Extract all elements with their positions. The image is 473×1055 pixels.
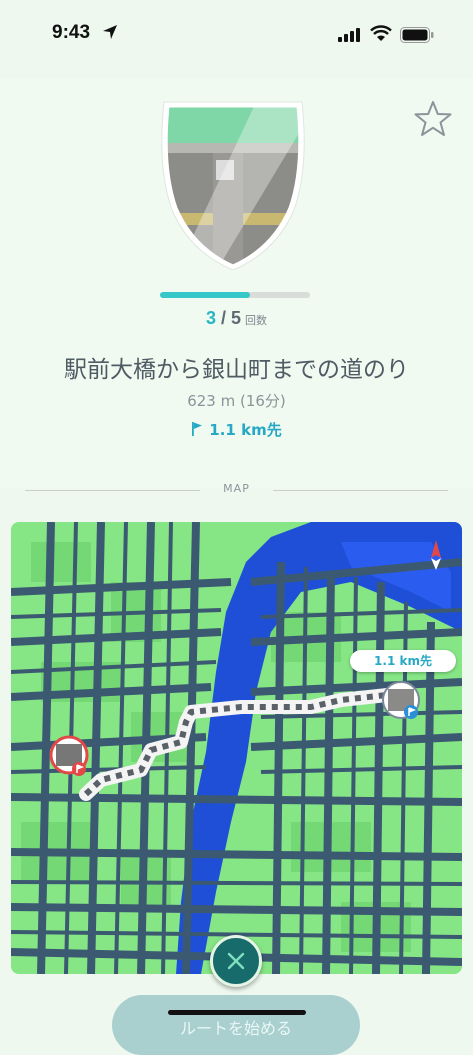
wifi-icon: [370, 25, 392, 41]
battery-icon: [400, 27, 434, 43]
end-pin-icon[interactable]: [382, 681, 420, 719]
map-canvas[interactable]: [11, 522, 462, 974]
route-play-count: 3 / 5 回数: [0, 308, 473, 329]
route-distance: 623 m (16分): [187, 392, 286, 410]
route-progress-bar: [160, 292, 310, 298]
route-remaining: 1.1 km先: [0, 419, 473, 440]
route-map[interactable]: [11, 522, 462, 974]
map-section-label: MAP: [223, 482, 250, 495]
location-arrow-icon: [103, 25, 117, 39]
count-separator: /: [220, 308, 226, 328]
count-unit: 回数: [245, 315, 268, 327]
status-time: 9:43: [52, 22, 91, 43]
route-remaining-text: 1.1 km先: [209, 421, 282, 439]
route-title: 駅前大橋から銀山町までの道のり: [64, 357, 409, 383]
signal-icon: [338, 28, 360, 42]
route-badge-image: [161, 101, 305, 270]
divider-right: [273, 490, 448, 491]
start-route-label: ルートを始める: [179, 1019, 292, 1038]
status-bar: 9:43: [0, 0, 473, 70]
start-route-button[interactable]: ルートを始める: [112, 995, 360, 1055]
count-current: 3: [205, 308, 216, 328]
favorite-star-icon[interactable]: [413, 100, 453, 138]
route-progress-fill: [160, 292, 250, 298]
count-total: 5: [231, 308, 242, 328]
close-button[interactable]: [210, 935, 262, 987]
map-distance-bubble: 1.1 km先: [350, 650, 456, 672]
flag-icon: [192, 422, 203, 436]
close-icon: [227, 952, 245, 970]
home-indicator: [168, 1010, 306, 1015]
